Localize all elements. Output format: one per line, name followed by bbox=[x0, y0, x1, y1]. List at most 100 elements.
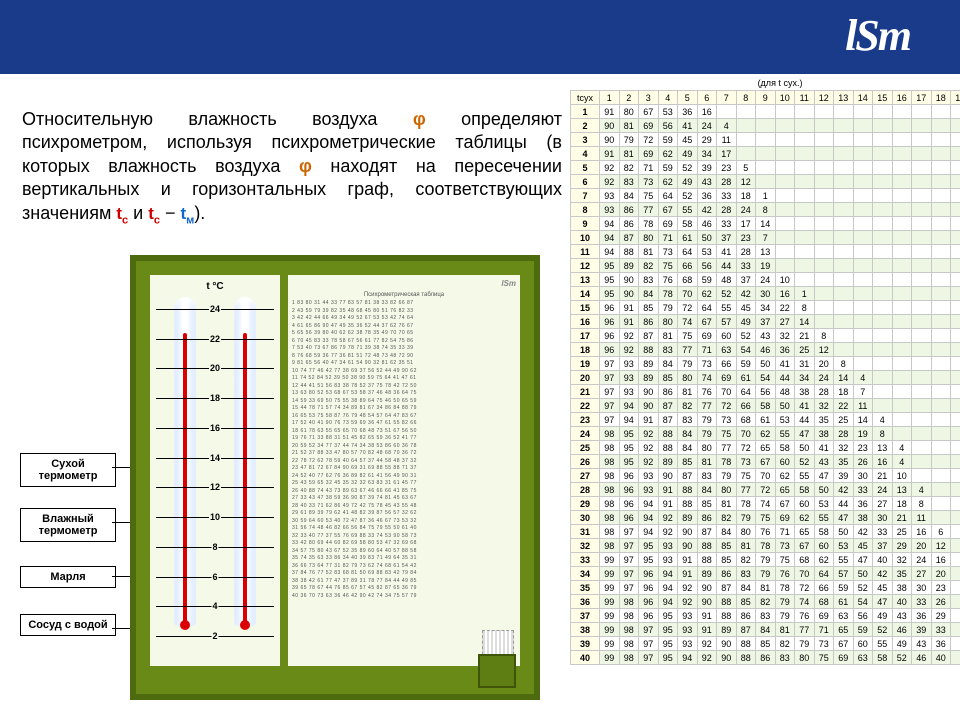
table-cell: 78 bbox=[717, 455, 737, 469]
table-cell: 93 bbox=[619, 371, 639, 385]
table-cell: 58 bbox=[873, 651, 893, 665]
table-cell: 47 bbox=[795, 427, 815, 441]
table-cell bbox=[756, 133, 776, 147]
table-cell: 77 bbox=[697, 399, 717, 413]
table-cell: 71 bbox=[658, 231, 678, 245]
table-row-header: 3 bbox=[571, 133, 600, 147]
table-cell bbox=[931, 469, 951, 483]
table-cell: 95 bbox=[600, 287, 620, 301]
table-cell: 44 bbox=[775, 371, 795, 385]
table-cell: 98 bbox=[619, 651, 639, 665]
table-cell: 36 bbox=[678, 105, 698, 119]
table-cell bbox=[951, 469, 960, 483]
scale-number: 10 bbox=[209, 512, 221, 522]
table-cell: 43 bbox=[912, 637, 932, 651]
table-cell: 4 bbox=[892, 441, 912, 455]
table-cell bbox=[873, 245, 893, 259]
table-cell: 16 bbox=[697, 105, 717, 119]
table-cell bbox=[795, 119, 815, 133]
table-cell: 82 bbox=[639, 259, 659, 273]
table-cell bbox=[951, 371, 960, 385]
table-cell: 18 bbox=[834, 385, 854, 399]
table-cell bbox=[756, 119, 776, 133]
table-cell bbox=[892, 119, 912, 133]
table-cell bbox=[873, 385, 893, 399]
table-cell: 99 bbox=[600, 609, 620, 623]
table-cell: 42 bbox=[697, 203, 717, 217]
table-cell bbox=[931, 273, 951, 287]
table-cell: 99 bbox=[600, 567, 620, 581]
table-row-header: 35 bbox=[571, 581, 600, 595]
table-cell: 27 bbox=[873, 497, 893, 511]
table-cell: 49 bbox=[892, 637, 912, 651]
table-cell: 75 bbox=[814, 651, 834, 665]
table-cell: 95 bbox=[658, 623, 678, 637]
table-cell: 35 bbox=[834, 455, 854, 469]
table-cell: 41 bbox=[678, 119, 698, 133]
table-cell: 81 bbox=[619, 147, 639, 161]
table-cell: 71 bbox=[775, 525, 795, 539]
table-cell bbox=[931, 203, 951, 217]
table-row-header: 33 bbox=[571, 553, 600, 567]
scale-number: 8 bbox=[211, 542, 218, 552]
table-cell: 94 bbox=[639, 497, 659, 511]
table-cell: 76 bbox=[658, 273, 678, 287]
table-cell: 99 bbox=[600, 595, 620, 609]
table-cell: 92 bbox=[600, 161, 620, 175]
table-cell: 62 bbox=[814, 553, 834, 567]
table-col-header: 12 bbox=[814, 91, 834, 105]
table-cell bbox=[814, 245, 834, 259]
table-cell: 19 bbox=[756, 259, 776, 273]
table-cell: 79 bbox=[756, 553, 776, 567]
table-cell: 37 bbox=[736, 273, 756, 287]
table-cell: 87 bbox=[736, 623, 756, 637]
table-cell: 96 bbox=[639, 595, 659, 609]
table-cell: 42 bbox=[736, 287, 756, 301]
table-row-header: 8 bbox=[571, 203, 600, 217]
table-cell: 96 bbox=[600, 343, 620, 357]
table-cell: 54 bbox=[853, 595, 873, 609]
table-cell: 33 bbox=[931, 623, 951, 637]
table-cell: 76 bbox=[756, 525, 776, 539]
table-cell: 86 bbox=[697, 511, 717, 525]
table-cell: 58 bbox=[795, 483, 815, 497]
table-cell: 53 bbox=[658, 105, 678, 119]
table-cell: 91 bbox=[600, 147, 620, 161]
table-cell: 14 bbox=[795, 315, 815, 329]
scale-number: 18 bbox=[209, 393, 221, 403]
table-cell: 83 bbox=[678, 413, 698, 427]
scale-number: 16 bbox=[209, 423, 221, 433]
table-cell: 50 bbox=[697, 231, 717, 245]
table-cell: 79 bbox=[795, 637, 815, 651]
table-cell: 69 bbox=[775, 511, 795, 525]
table-cell bbox=[814, 175, 834, 189]
table-cell: 38 bbox=[892, 581, 912, 595]
table-cell: 98 bbox=[600, 525, 620, 539]
table-cell: 91 bbox=[619, 315, 639, 329]
table-cell: 52 bbox=[678, 161, 698, 175]
table-cell bbox=[912, 203, 932, 217]
table-cell bbox=[951, 105, 960, 119]
table-cell: 55 bbox=[873, 637, 893, 651]
table-cell: 85 bbox=[658, 371, 678, 385]
table-cell: 88 bbox=[717, 609, 737, 623]
table-cell: 46 bbox=[912, 651, 932, 665]
table-cell: 50 bbox=[775, 399, 795, 413]
table-cell bbox=[951, 175, 960, 189]
device-table-header: Психрометрическая таблица bbox=[292, 292, 516, 298]
table-cell bbox=[736, 133, 756, 147]
table-cell: 81 bbox=[658, 329, 678, 343]
table-cell bbox=[853, 287, 873, 301]
table-cell: 62 bbox=[756, 427, 776, 441]
table-cell: 28 bbox=[834, 427, 854, 441]
table-cell: 84 bbox=[697, 483, 717, 497]
table-cell: 64 bbox=[678, 245, 698, 259]
table-cell: 94 bbox=[658, 567, 678, 581]
table-cell: 44 bbox=[717, 259, 737, 273]
table-cell bbox=[873, 175, 893, 189]
table-cell: 60 bbox=[795, 497, 815, 511]
table-cell bbox=[931, 287, 951, 301]
table-cell: 90 bbox=[697, 581, 717, 595]
table-cell: 10 bbox=[775, 273, 795, 287]
table-cell bbox=[795, 231, 815, 245]
